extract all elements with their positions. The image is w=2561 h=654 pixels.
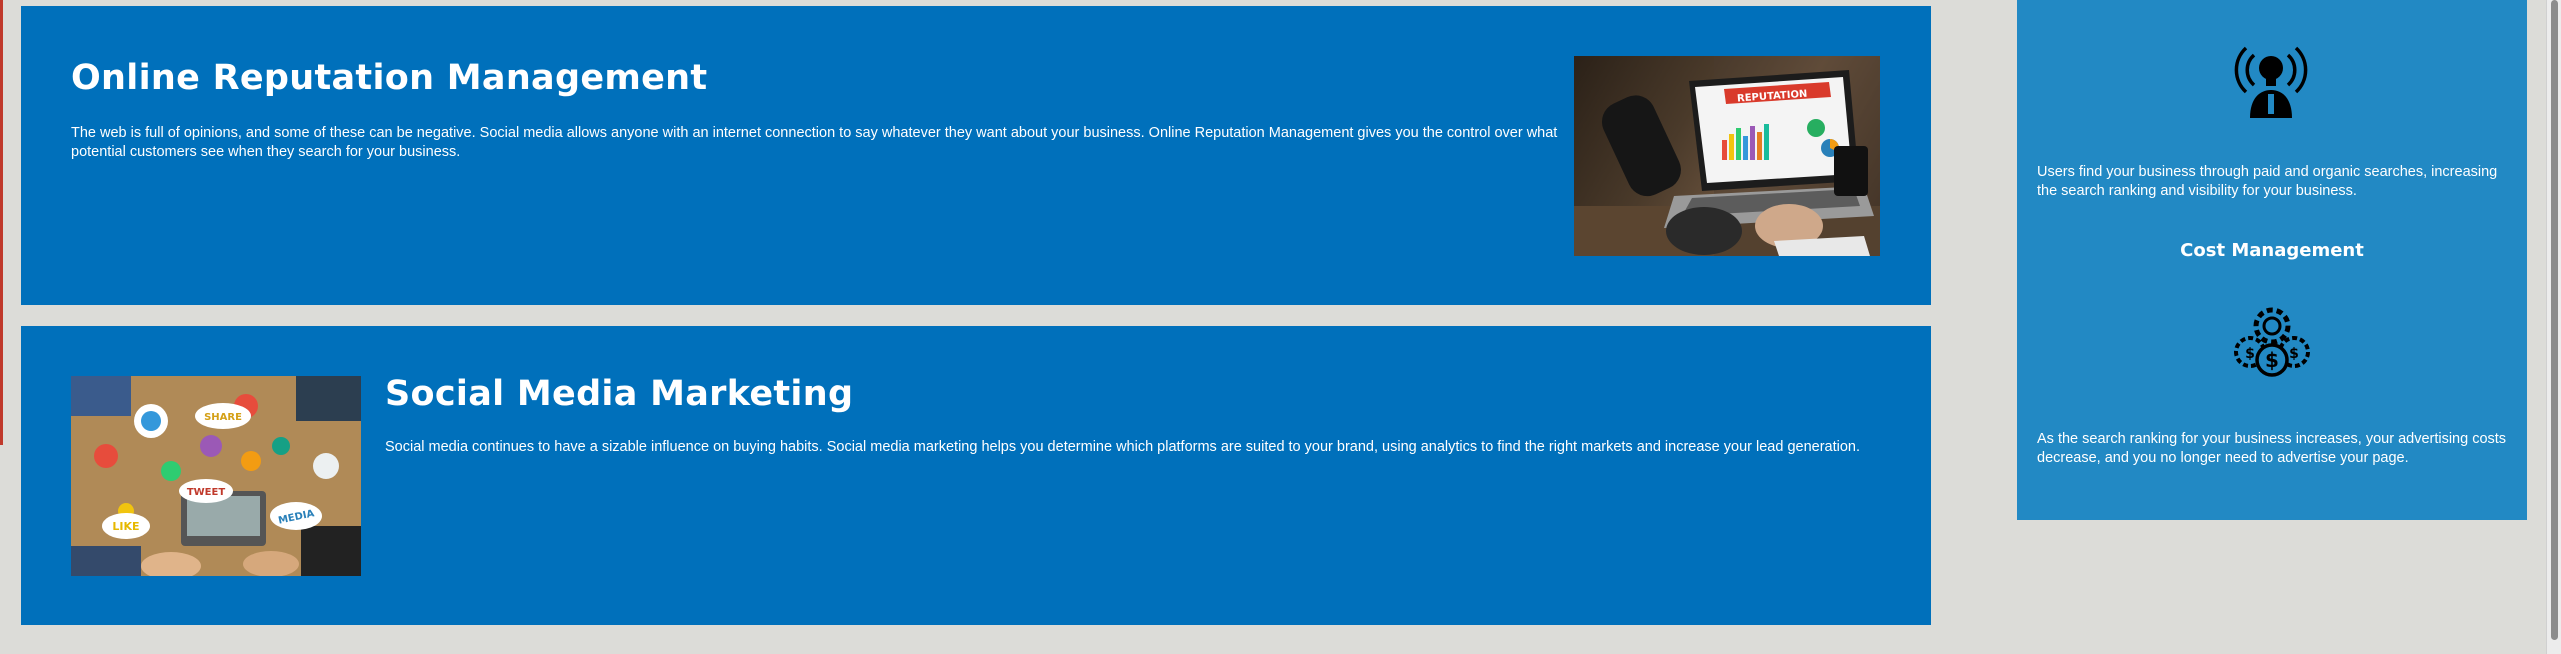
vertical-scrollbar[interactable]	[2546, 0, 2561, 654]
social-media-marketing-panel: SHARE TWEET LIKE MEDIA Social Media Mark…	[21, 326, 1931, 625]
orm-title: Online Reputation Management	[71, 58, 708, 98]
online-reputation-management-panel: Online Reputation Management The web is …	[21, 6, 1931, 305]
svg-text:$: $	[2265, 348, 2279, 372]
cost-management-description: As the search ranking for your business …	[2037, 431, 2507, 466]
bubble-like-text: LIKE	[112, 520, 139, 533]
services-sidebar: Users find your business through paid an…	[2017, 0, 2527, 520]
social-media-desk-photo: SHARE TWEET LIKE MEDIA	[71, 376, 361, 576]
orm-description: The web is full of opinions, and some of…	[71, 125, 1558, 160]
seo-description: Users find your business through paid an…	[2037, 164, 2498, 199]
svg-text:$: $	[2289, 346, 2299, 362]
bubble-share-text: SHARE	[204, 412, 242, 423]
bubble-like: LIKE	[102, 513, 150, 539]
smm-title: Social Media Marketing	[385, 374, 854, 414]
svg-text:$: $	[2245, 346, 2255, 362]
bubble-media: MEDIA	[270, 502, 322, 530]
cost-management-heading: Cost Management	[2180, 240, 2364, 261]
smm-description: Social media continues to have a sizable…	[385, 439, 1860, 455]
reputation-laptop-photo: REPUTATION	[1574, 56, 1880, 256]
bubble-share: SHARE	[195, 403, 251, 429]
left-edge-accent	[0, 0, 3, 445]
social-media-illustration: SHARE TWEET LIKE MEDIA	[71, 376, 361, 576]
bubble-tweet: TWEET	[179, 479, 233, 503]
scrollbar-thumb[interactable]	[2551, 0, 2558, 640]
gears-dollar-icon: $ $ $	[2232, 302, 2312, 382]
laptop-illustration: REPUTATION	[1574, 56, 1880, 256]
lightbulb-person-icon	[2232, 38, 2310, 118]
bubble-tweet-text: TWEET	[187, 487, 226, 498]
